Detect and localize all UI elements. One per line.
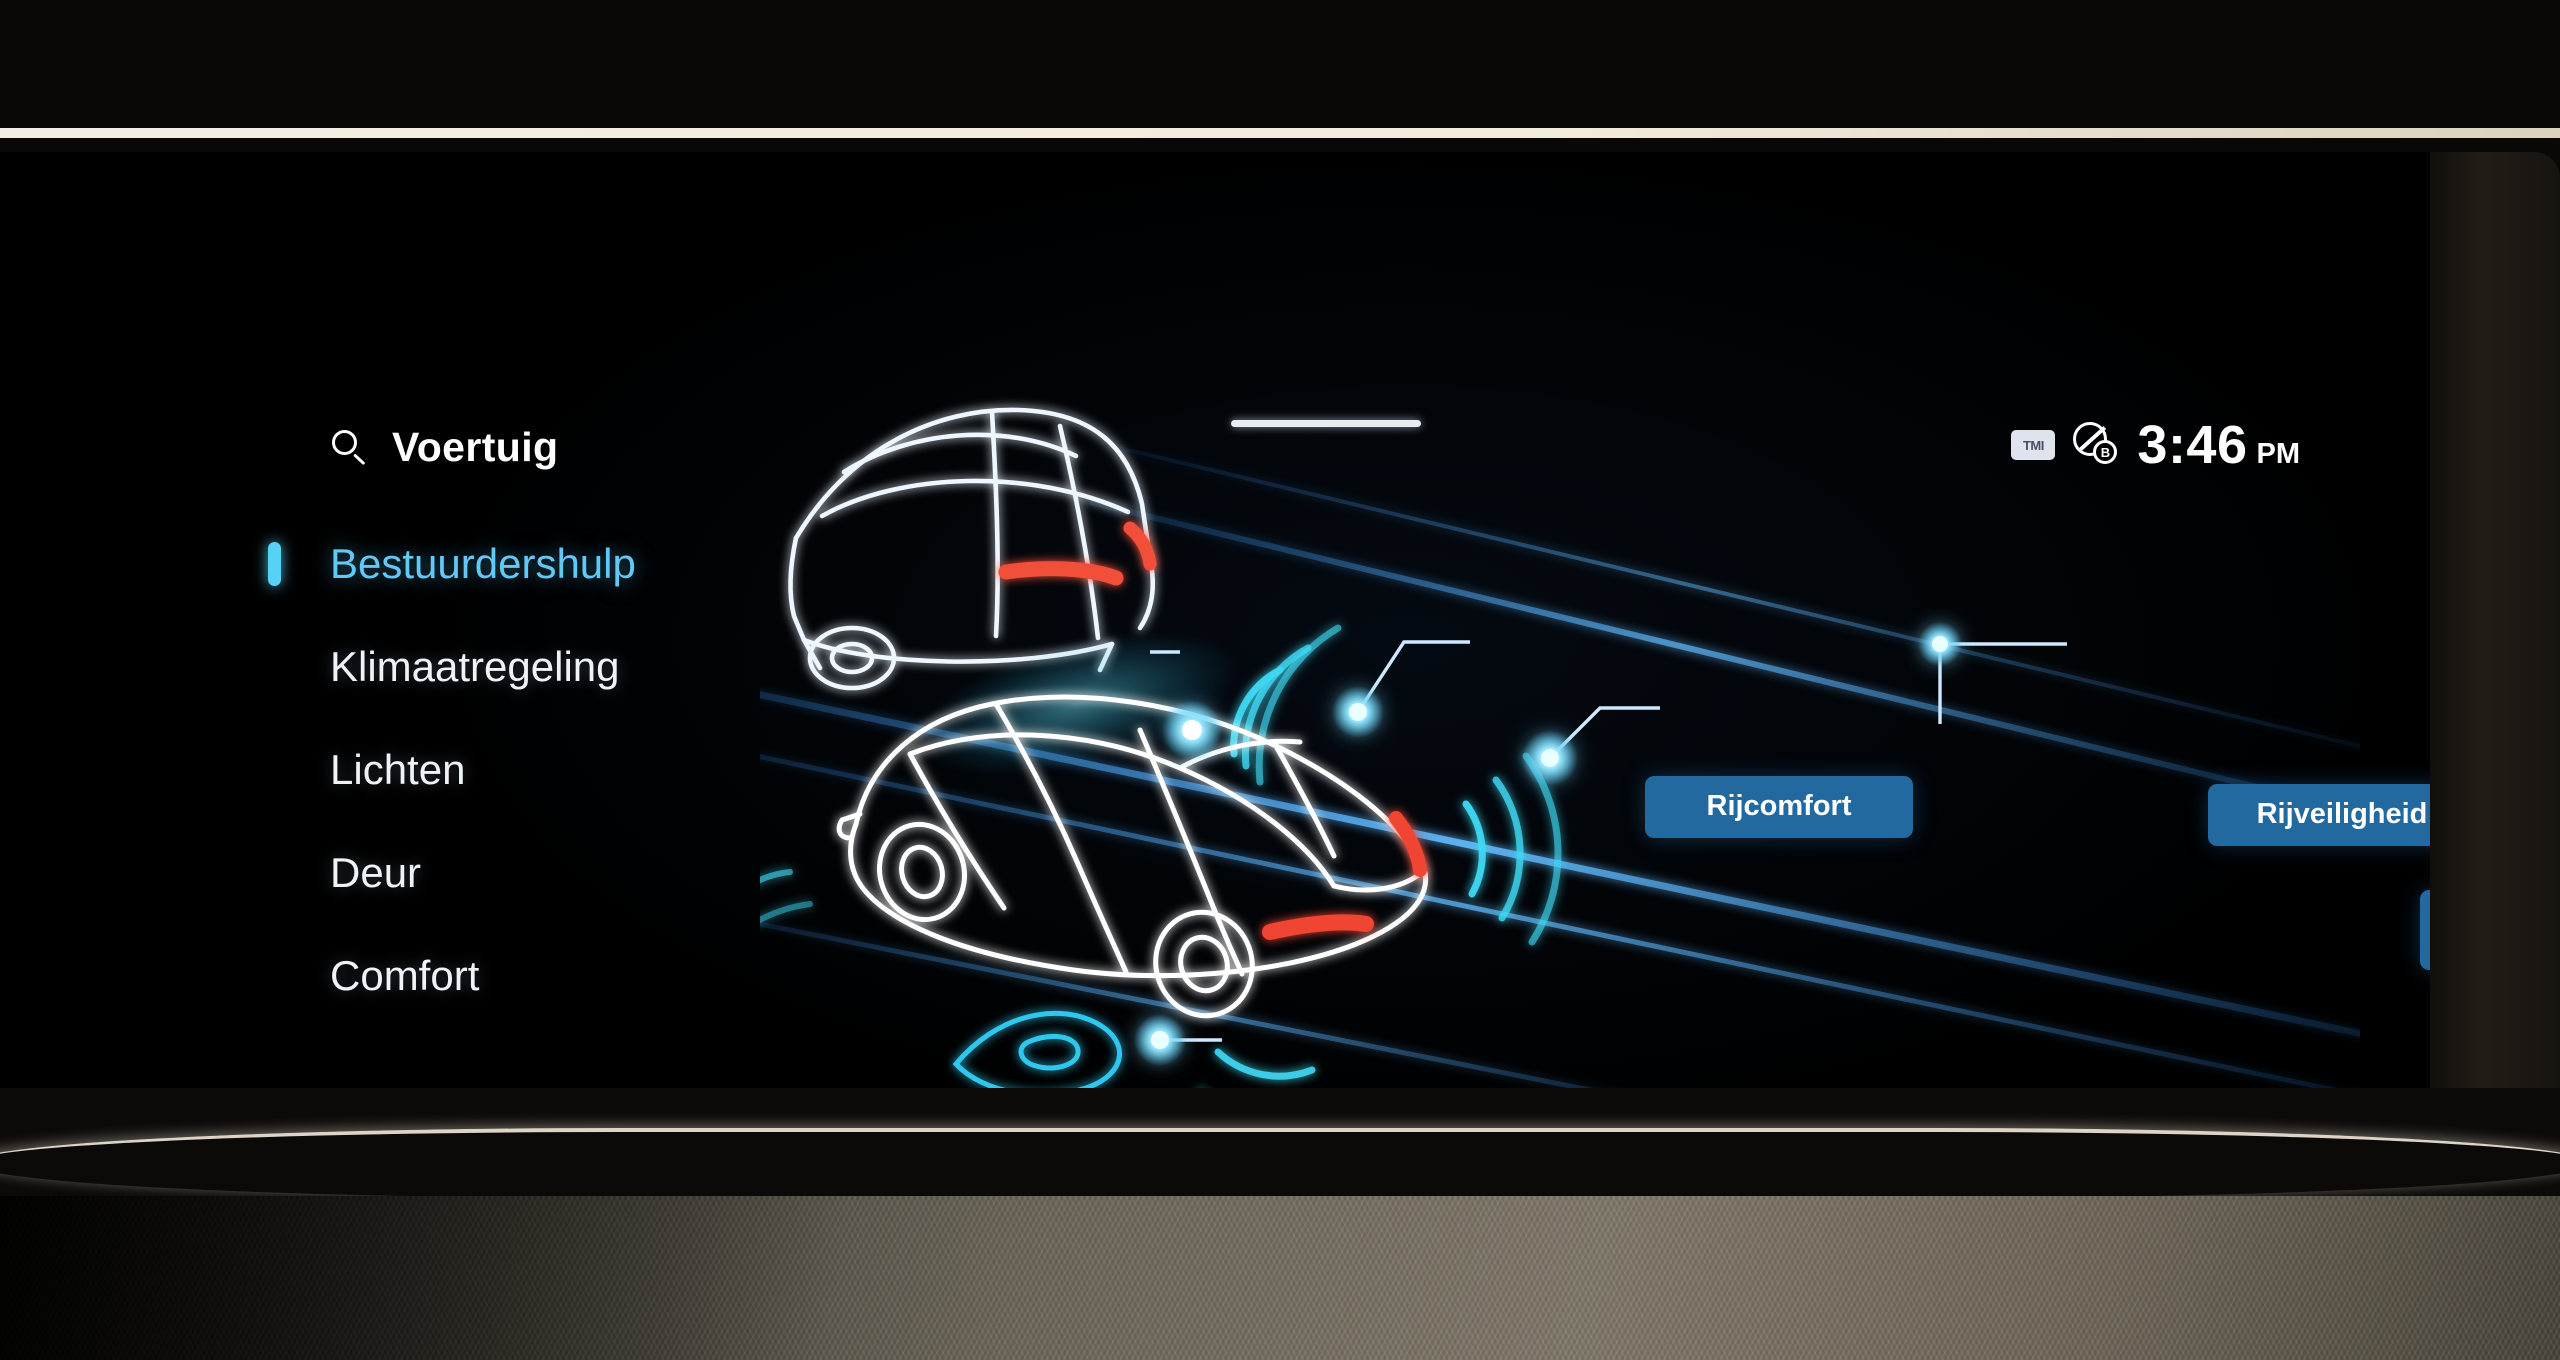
sidebar-item-klimaatregeling[interactable]: Klimaatregeling	[268, 615, 738, 718]
lead-vehicle-taillights	[998, 521, 1157, 586]
sidebar-item-label: Comfort	[330, 951, 480, 999]
diagram-graphics	[760, 407, 2360, 1092]
sidebar-item-deur[interactable]: Deur	[268, 821, 738, 924]
sidebar-item-label: Deur	[330, 848, 422, 896]
side-sensor-waves	[760, 869, 813, 924]
seat-fabric-shadow	[0, 1196, 2560, 1360]
search-icon[interactable]	[330, 428, 370, 468]
chip-label: Rijveiligheid	[2256, 798, 2428, 831]
page-title: Voertuig	[392, 424, 559, 470]
active-indicator	[268, 542, 281, 586]
sidebar-item-lichten[interactable]: Lichten	[268, 718, 738, 821]
sidebar-item-label: Lichten	[330, 745, 466, 793]
car-interior-scene: Voertuig TMI B 3:46 PM Bestuurdershulp K…	[0, 0, 2560, 1360]
sidebar: Bestuurdershulp Klimaatregeling Lichten …	[268, 512, 738, 1027]
chip-rijveiligheid[interactable]: Rijveiligheid	[2208, 784, 2430, 846]
sidebar-item-comfort[interactable]: Comfort	[268, 924, 738, 1027]
parking-sensor-glyph	[952, 1010, 1122, 1092]
chip-rijcomfort[interactable]: Rijcomfort	[1645, 776, 1913, 838]
sidebar-item-bestuurdershulp[interactable]: Bestuurdershulp	[268, 512, 738, 615]
infotainment-screen[interactable]: Voertuig TMI B 3:46 PM Bestuurdershulp K…	[0, 152, 2430, 1092]
sidebar-item-label: Bestuurdershulp	[330, 539, 636, 587]
dashboard-highlight	[0, 128, 2560, 138]
sidebar-item-label: Klimaatregeling	[330, 642, 620, 690]
header: Voertuig	[330, 424, 558, 471]
connector-lines	[1150, 640, 2067, 1042]
chip-daw[interactable]: DAW (Waarschuwing oplettendheid bestuurd…	[2420, 890, 2430, 970]
rear-lower-sensor-waves	[1196, 1048, 1316, 1092]
chrome-trim	[0, 1128, 2560, 1198]
driver-assistance-diagram: Rijcomfort Rijveiligheid DAW (Waarschuwi…	[760, 352, 2430, 1092]
chip-label: Rijcomfort	[1706, 790, 1852, 823]
